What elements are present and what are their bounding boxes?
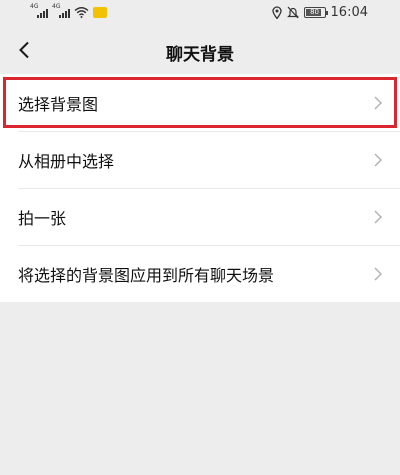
chevron-right-icon (374, 266, 382, 281)
wifi-icon (74, 6, 89, 18)
battery-icon: 80 (303, 7, 328, 18)
nav-bar: 聊天背景 (0, 26, 400, 74)
menu-item-choose-from-album[interactable]: 从相册中选择 (0, 131, 400, 188)
chevron-right-icon (374, 152, 382, 167)
status-right: 80 16:04 (271, 5, 368, 20)
menu-item-label: 选择背景图 (18, 94, 99, 114)
status-bar: 4G 4G 80 16:04 (0, 0, 400, 26)
menu-item-select-background[interactable]: 选择背景图 (0, 74, 400, 131)
menu-item-apply-to-all-chats[interactable]: 将选择的背景图应用到所有聊天场景 (0, 245, 400, 302)
status-time: 16:04 (330, 5, 368, 20)
menu-item-label: 拍一张 (18, 208, 67, 228)
mute-icon (286, 6, 299, 19)
menu-item-label: 从相册中选择 (18, 151, 115, 171)
battery-level: 80 (310, 8, 319, 16)
chevron-right-icon (374, 95, 382, 110)
menu-item-take-photo[interactable]: 拍一张 (0, 188, 400, 245)
location-icon (271, 6, 282, 19)
signal-icon: 4G (52, 4, 70, 18)
notification-icon (93, 6, 107, 18)
chevron-right-icon (374, 209, 382, 224)
signal-icon: 4G (30, 4, 48, 18)
menu-item-label: 将选择的背景图应用到所有聊天场景 (18, 265, 275, 285)
status-left: 4G 4G (30, 4, 107, 18)
page-title: 聊天背景 (166, 45, 234, 65)
menu-list: 选择背景图 从相册中选择 拍一张 将选择的背景图应用到所有聊天场景 (0, 74, 400, 302)
